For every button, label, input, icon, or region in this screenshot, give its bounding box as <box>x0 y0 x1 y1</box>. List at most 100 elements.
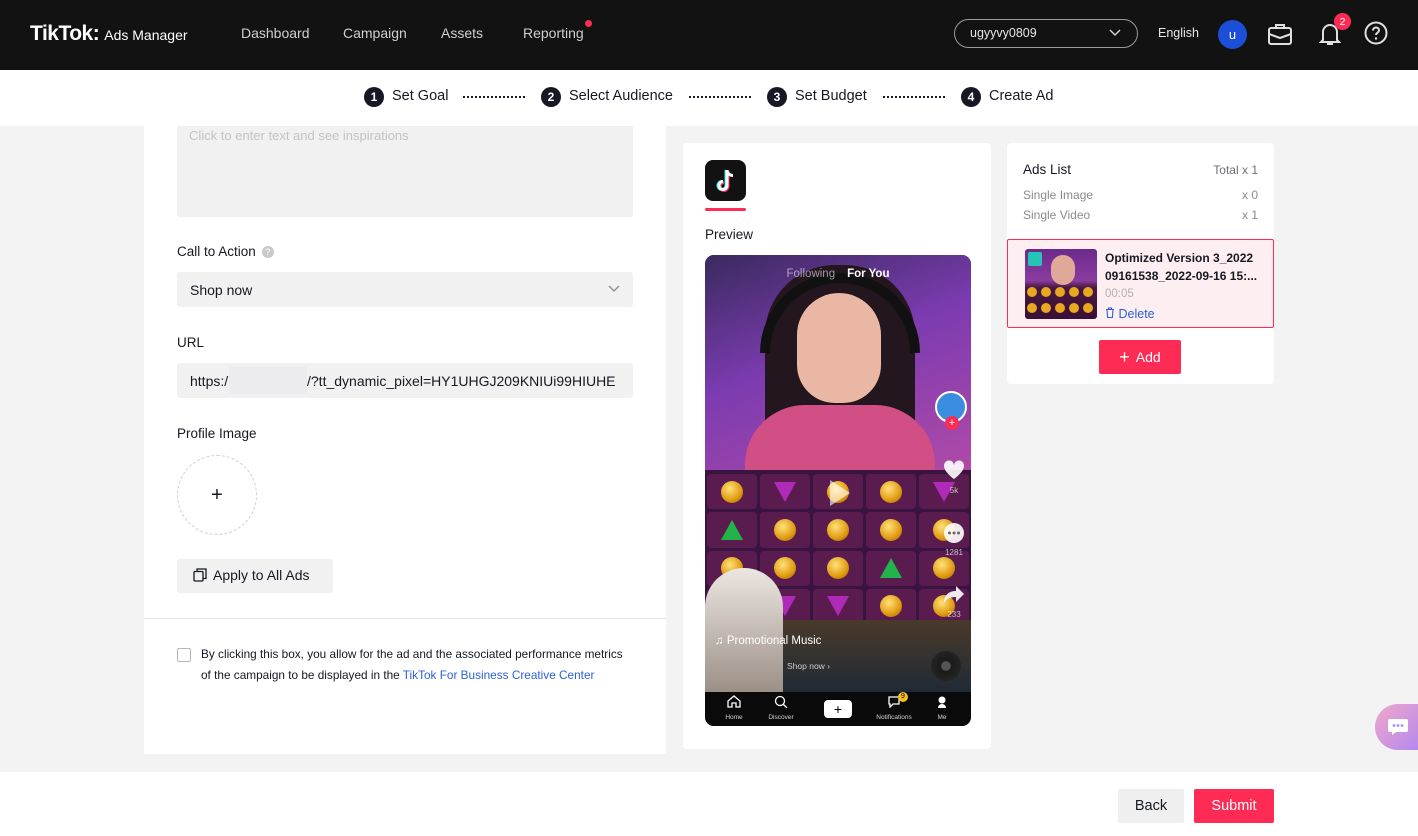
ads-list-panel: Ads List Total x 1 Single Image x 0 Sing… <box>1007 143 1274 384</box>
step-number: 3 <box>767 87 787 107</box>
step-number: 4 <box>961 87 981 107</box>
phone-bottom-nav: Home Discover + Notifications 9 Me <box>705 692 971 726</box>
url-input[interactable]: https:/ /?tt_dynamic_pixel=HY1UHGJ209KNI… <box>177 363 633 398</box>
ads-row-label: Single Image <box>1023 188 1094 202</box>
ads-row-label: Single Video <box>1023 208 1091 222</box>
top-nav: TikTok: Ads Manager Dashboard Campaign A… <box>0 0 1418 70</box>
nav-reporting[interactable]: Reporting <box>523 25 584 41</box>
music-title: Promotional Music <box>726 635 822 647</box>
tiktok-placement-icon[interactable] <box>705 160 746 201</box>
chevron-down-icon <box>1109 29 1121 37</box>
tab-for-you: For You <box>847 268 890 280</box>
cta-select[interactable]: Shop now <box>177 272 633 307</box>
placement-active-indicator <box>705 208 746 211</box>
step-set-budget[interactable]: Set Budget <box>795 88 867 104</box>
music-row: ♫ Promotional Music <box>715 635 821 647</box>
url-label: URL <box>177 335 205 350</box>
divider <box>144 618 666 619</box>
shop-now-overlay: Shop now › <box>787 661 830 671</box>
profile-image-label: Profile Image <box>177 426 257 441</box>
back-button[interactable]: Back <box>1118 789 1184 823</box>
home-icon <box>727 695 741 708</box>
help-tooltip-icon[interactable]: ? <box>261 246 274 258</box>
search-icon <box>774 695 788 709</box>
submit-button[interactable]: Submit <box>1194 789 1274 823</box>
plus-icon: + <box>211 483 223 506</box>
thumbnail-face <box>1051 255 1075 285</box>
consent-checkbox[interactable] <box>177 648 191 662</box>
briefcase-icon[interactable] <box>1267 22 1293 46</box>
creator-body <box>745 405 935 475</box>
ads-row-single-image: Single Image x 0 <box>1023 188 1258 202</box>
step-create-ad[interactable]: Create Ad <box>989 88 1054 104</box>
stepper: 1 Set Goal 2 Select Audience 3 Set Budge… <box>0 70 1418 126</box>
like-count: 5k <box>949 486 959 495</box>
consent-text: By clicking this box, you allow for the … <box>201 644 631 685</box>
phone-nav-me-label: Me <box>937 714 947 721</box>
plus-icon: + <box>1119 347 1130 367</box>
preview-label: Preview <box>705 227 754 242</box>
nav-dashboard[interactable]: Dashboard <box>241 25 310 41</box>
step-connector <box>883 96 945 98</box>
step-number: 1 <box>364 87 384 107</box>
cta-value: Shop now <box>190 282 253 298</box>
step-set-goal[interactable]: Set Goal <box>392 88 448 104</box>
avatar[interactable]: u <box>1218 20 1247 49</box>
apply-to-all-ads-button[interactable]: Apply to All Ads <box>177 559 333 593</box>
phone-nav-home: Home <box>712 695 756 721</box>
language-selector[interactable]: English <box>1158 26 1199 40</box>
phone-nav-notifications-label: Notifications <box>876 714 912 721</box>
phone-nav-notifications: Notifications <box>872 695 916 721</box>
ads-row-count: x 1 <box>1241 208 1258 222</box>
reporting-new-dot <box>585 20 592 27</box>
shop-now-text: Shop now <box>787 661 825 671</box>
phone-nav-discover: Discover <box>759 695 803 721</box>
account-name: ugyyvy0809 <box>970 26 1037 40</box>
help-icon[interactable] <box>1364 21 1388 45</box>
brand-logo[interactable]: TikTok: Ads Manager <box>30 22 188 46</box>
apply-to-all-ads-label: Apply to All Ads <box>213 567 310 583</box>
profile-icon <box>938 696 946 708</box>
brand-product: Ads Manager <box>104 27 188 43</box>
chevron-down-icon <box>608 285 620 292</box>
smart-optimized-icon <box>1028 252 1042 266</box>
creative-center-link[interactable]: TikTok For Business Creative Center <box>403 668 595 682</box>
ad-duration: 00:05 <box>1105 288 1134 300</box>
music-disc-icon <box>931 651 961 681</box>
step-connector <box>463 96 525 98</box>
phone-nav-create: + <box>824 700 852 718</box>
music-note-icon: ♫ <box>715 635 727 647</box>
delete-ad-button[interactable]: Delete <box>1105 307 1155 321</box>
comment-icon <box>944 523 964 543</box>
notification-badge: 2 <box>1334 13 1351 30</box>
feed-tabs: Following For You <box>705 268 971 280</box>
step-number: 2 <box>541 87 561 107</box>
phone-preview: Following For You + 5k 1281 233 ♫ Promoti… <box>705 255 971 726</box>
phone-nav-me: Me <box>920 695 964 721</box>
account-selector[interactable]: ugyyvy0809 <box>954 19 1138 48</box>
nav-campaign[interactable]: Campaign <box>343 25 407 41</box>
tab-following: Following <box>786 268 836 280</box>
cta-label-row: Call to Action? <box>177 244 274 259</box>
ad-text-input[interactable]: Click to enter text and see inspirations <box>177 126 633 217</box>
ad-thumbnail <box>1025 249 1097 319</box>
url-prefix: https:/ <box>190 373 229 389</box>
share-count: 233 <box>947 610 961 619</box>
ad-details-form: Click to enter text and see inspirations… <box>144 126 666 754</box>
delete-label: Delete <box>1118 307 1155 321</box>
url-redacted <box>229 367 307 394</box>
nav-assets[interactable]: Assets <box>441 25 483 41</box>
profile-image-upload[interactable]: + <box>177 455 257 535</box>
comment-count: 1281 <box>945 548 963 557</box>
preview-panel: Preview Following For You + 5k 1281 233 … <box>683 143 991 749</box>
brand-tiktok: TikTok <box>30 22 93 45</box>
url-suffix: /?tt_dynamic_pixel=HY1UHGJ209KNIUi99HIUH… <box>307 373 616 389</box>
ad-card-selected[interactable]: Optimized Version 3_2022 09161538_2022-0… <box>1007 239 1274 328</box>
trash-icon <box>1106 307 1114 319</box>
add-ad-button[interactable]: + Add <box>1099 340 1181 374</box>
chevron-right-icon: › <box>824 661 831 671</box>
chat-support-button[interactable] <box>1375 704 1418 750</box>
follow-plus-icon: + <box>945 416 959 430</box>
play-icon[interactable] <box>830 480 850 506</box>
step-select-audience[interactable]: Select Audience <box>569 88 673 104</box>
